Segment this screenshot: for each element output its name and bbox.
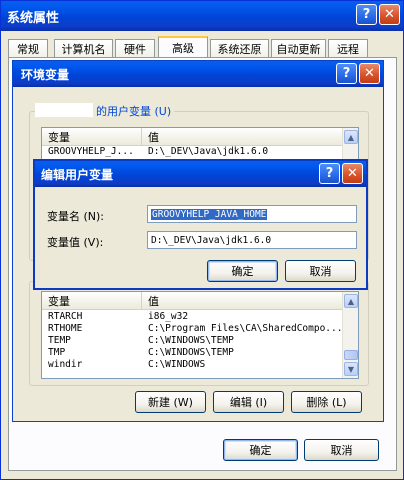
scroll-down-icon[interactable]: ▼ [344, 362, 358, 376]
button-label: 新建 (W) [148, 396, 193, 409]
label-text: 的用户变量 (U) [96, 105, 172, 118]
variable-value-label: 变量值 (V): [47, 236, 104, 249]
header-text: 值 [148, 294, 159, 308]
tab-computer-name[interactable]: 计算机名 [54, 39, 113, 57]
tab-system-restore[interactable]: 系统还原 [210, 39, 269, 57]
close-button[interactable]: ✕ [342, 163, 363, 184]
button-label: 编辑 (I) [229, 396, 268, 409]
help-button[interactable]: ? [356, 4, 377, 25]
edit-user-variable-dialog: 编辑用户变量 ? ✕ 变量名 (N): GROOVYHELP_JAVA_HOME… [33, 159, 368, 290]
edit-dialog-title: 编辑用户变量 [41, 167, 114, 182]
tab-general[interactable]: 常规 [8, 39, 48, 57]
new-variable-button[interactable]: 新建 (W) [135, 391, 206, 413]
variable-name: TEMP [48, 335, 71, 346]
variable-name: TMP [48, 347, 66, 358]
tab-label: 硬件 [124, 42, 146, 56]
environment-variables-titlebar[interactable]: 环境变量 ? ✕ [13, 61, 383, 87]
edit-variable-button[interactable]: 编辑 (I) [213, 391, 284, 413]
variable-value: i86_w32 [148, 311, 189, 322]
column-header-value[interactable]: 值 [142, 292, 358, 309]
variable-name-value: GROOVYHELP_JAVA_HOME [151, 208, 268, 220]
list-header: 变量 值 [42, 128, 358, 146]
delete-variable-button[interactable]: 删除 (L) [291, 391, 362, 413]
tab-label: 自动更新 [276, 42, 321, 56]
variable-name: RTHOME [48, 323, 83, 334]
help-icon: ? [362, 7, 371, 22]
header-text: 变量 [48, 294, 70, 308]
variable-value-input[interactable]: D:\_DEV\Java\jdk1.6.0 [147, 231, 357, 249]
variable-value: C:\WINDOWS\TEMP [148, 335, 234, 346]
variable-value: C:\Program Files\CA\SharedCompo... [148, 323, 343, 334]
button-label: 取消 [309, 265, 332, 278]
variable-name-label: 变量名 (N): [47, 210, 105, 223]
variable-name: RTARCH [48, 311, 83, 322]
close-icon: ✕ [347, 166, 358, 181]
edit-cancel-button[interactable]: 取消 [285, 260, 356, 282]
help-button[interactable]: ? [319, 163, 340, 184]
column-header-value[interactable]: 值 [142, 128, 358, 145]
header-text: 值 [148, 130, 159, 144]
user-variables-label: 的用户变量 (U) [93, 103, 175, 119]
system-rows: RTARCH i86_w32 RTHOME C:\Program Files\C… [42, 310, 358, 371]
list-item[interactable]: GROOVYHELP_J... D:\_DEV\Java\jdk1.6.0 [42, 146, 358, 158]
button-label: 确定 [249, 444, 272, 457]
column-header-variable[interactable]: 变量 [42, 292, 142, 309]
button-label: 确定 [231, 265, 254, 278]
close-button[interactable]: ✕ [379, 4, 400, 25]
tab-label: 计算机名 [61, 42, 106, 56]
list-header: 变量 值 [42, 292, 358, 310]
tab-label: 高级 [172, 42, 194, 55]
variable-value: D:\_DEV\Java\jdk1.6.0 [148, 146, 269, 157]
help-icon: ? [325, 166, 334, 181]
scroll-up-icon[interactable]: ▲ [344, 130, 358, 144]
list-item[interactable]: windir C:\WINDOWS [42, 359, 358, 371]
environment-variables-title: 环境变量 [21, 67, 70, 82]
tab-label: 常规 [17, 42, 39, 56]
tab-advanced[interactable]: 高级 [158, 36, 208, 58]
tab-label: 系统还原 [217, 42, 262, 56]
header-text: 变量 [48, 130, 70, 144]
variable-name: GROOVYHELP_J... [48, 146, 134, 157]
variable-name-input[interactable]: GROOVYHELP_JAVA_HOME [147, 205, 357, 223]
list-item[interactable]: RTHOME C:\Program Files\CA\SharedCompo..… [42, 323, 358, 335]
help-icon: ? [342, 66, 351, 81]
variable-value: C:\WINDOWS [148, 359, 206, 370]
list-item[interactable]: TMP C:\WINDOWS\TEMP [42, 347, 358, 359]
system-properties-title: 系统属性 [7, 10, 60, 26]
edit-dialog-titlebar[interactable]: 编辑用户变量 ? ✕ [35, 161, 366, 187]
sysprops-cancel-button[interactable]: 取消 [304, 439, 379, 461]
button-label: 取消 [330, 444, 353, 457]
user-name-redacted [35, 103, 93, 117]
variable-value: C:\WINDOWS\TEMP [148, 347, 234, 358]
tab-label: 远程 [337, 42, 359, 56]
close-icon: ✕ [364, 66, 375, 81]
help-button[interactable]: ? [336, 63, 357, 84]
tab-hardware[interactable]: 硬件 [115, 39, 155, 57]
system-properties-titlebar[interactable]: 系统属性 ? ✕ [1, 1, 403, 31]
sysprops-ok-button[interactable]: 确定 [223, 439, 298, 461]
column-header-variable[interactable]: 变量 [42, 128, 142, 145]
scroll-thumb[interactable] [344, 350, 358, 360]
close-button[interactable]: ✕ [359, 63, 380, 84]
tab-automatic-updates[interactable]: 自动更新 [271, 39, 326, 57]
system-variables-list[interactable]: 变量 值 RTARCH i86_w32 RTHOME C:\Program Fi… [41, 291, 359, 379]
edit-ok-button[interactable]: 确定 [207, 260, 278, 282]
variable-value-value: D:\_DEV\Java\jdk1.6.0 [151, 234, 272, 246]
close-icon: ✕ [384, 7, 395, 22]
variable-name: windir [48, 359, 83, 370]
tab-remote[interactable]: 远程 [328, 39, 368, 57]
scroll-up-icon[interactable]: ▲ [344, 294, 358, 308]
system-list-scrollbar[interactable]: ▲ ▼ [342, 292, 358, 378]
list-item[interactable]: TEMP C:\WINDOWS\TEMP [42, 335, 358, 347]
list-item[interactable]: RTARCH i86_w32 [42, 311, 358, 323]
button-label: 删除 (L) [306, 396, 347, 409]
